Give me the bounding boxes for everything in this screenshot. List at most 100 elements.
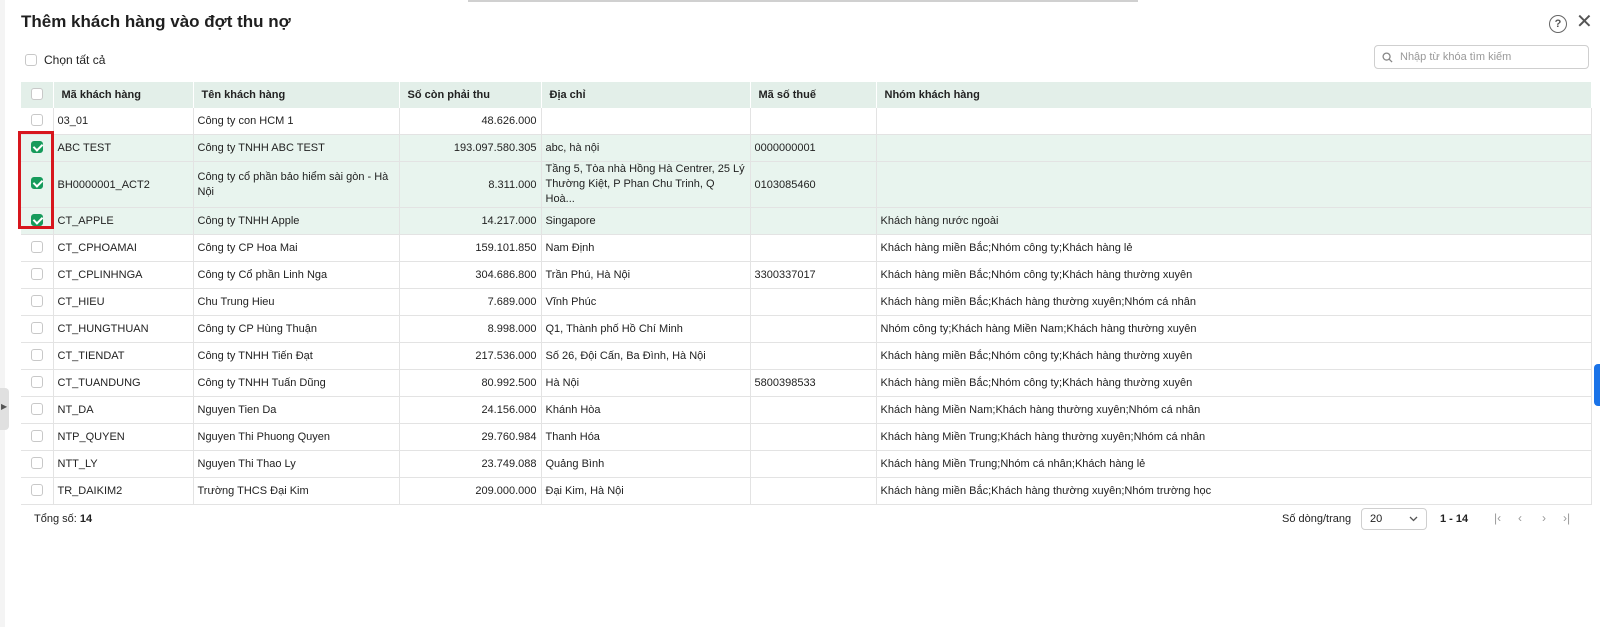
cell-code: NTP_QUYEN bbox=[53, 423, 194, 451]
cell-tax: 0000000001 bbox=[750, 134, 877, 162]
row-checkbox-cell[interactable] bbox=[21, 342, 54, 370]
table-header-row: Mã khách hàng Tên khách hàng Số còn phải… bbox=[21, 82, 1592, 108]
header-checkbox-cell[interactable] bbox=[21, 82, 54, 108]
next-page-icon[interactable]: › bbox=[1542, 511, 1546, 525]
row-checkbox[interactable] bbox=[30, 483, 43, 496]
row-checkbox[interactable] bbox=[30, 294, 43, 307]
table-row[interactable]: CT_CPLINHNGA Công ty Cổ phần Linh Nga 304.… bbox=[21, 261, 1592, 289]
row-checkbox[interactable] bbox=[30, 456, 43, 469]
row-checkbox-cell[interactable] bbox=[21, 450, 54, 478]
rows-per-page-label: Số dòng/trang bbox=[1282, 513, 1352, 525]
row-checkbox[interactable] bbox=[30, 240, 43, 253]
cell-tax bbox=[750, 108, 877, 135]
cell-address: Q1, Thành phố Hồ Chí Minh bbox=[541, 315, 751, 343]
search-box[interactable] bbox=[1374, 45, 1589, 69]
row-checkbox-cell[interactable] bbox=[21, 477, 54, 505]
row-checkbox-cell[interactable] bbox=[21, 396, 54, 424]
row-checkbox[interactable] bbox=[30, 321, 43, 334]
cell-group: Nhóm công ty;Khách hàng Miền Nam;Khách h… bbox=[876, 315, 1592, 343]
cell-amount: 29.760.984 bbox=[399, 423, 542, 451]
cell-group: Khách hàng miền Bắc;Nhóm công ty;Khách h… bbox=[876, 234, 1592, 262]
cell-code: CT_TIENDAT bbox=[53, 342, 194, 370]
row-checkbox-cell[interactable] bbox=[21, 261, 54, 289]
select-all-control[interactable]: Chọn tất cả bbox=[25, 53, 105, 67]
help-icon[interactable]: ? bbox=[1549, 15, 1567, 33]
cell-group bbox=[876, 134, 1592, 162]
cell-amount: 8.998.000 bbox=[399, 315, 542, 343]
table-row[interactable]: CT_CPHOAMAI Công ty CP Hoa Mai 159.101.850… bbox=[21, 234, 1592, 262]
cell-group: Khách hàng Miền Trung;Khách hàng thường … bbox=[876, 423, 1592, 451]
cell-address: Trần Phú, Hà Nội bbox=[541, 261, 751, 289]
cell-code: CT_APPLE bbox=[53, 207, 194, 235]
cell-name: Công ty cổ phần bảo hiểm sài gòn - Hà Nộ… bbox=[193, 161, 400, 208]
cell-code: NT_DA bbox=[53, 396, 194, 424]
cell-name: Công ty TNHH Tuấn Dũng bbox=[193, 369, 400, 397]
row-checkbox[interactable] bbox=[30, 375, 43, 388]
row-checkbox[interactable] bbox=[30, 348, 43, 361]
total-label: Tổng số: bbox=[34, 513, 77, 525]
right-edge-tab[interactable] bbox=[1594, 364, 1600, 406]
search-input[interactable] bbox=[1398, 50, 1582, 64]
cell-address bbox=[541, 108, 751, 135]
select-all-checkbox[interactable] bbox=[25, 54, 37, 66]
column-header-amount[interactable]: Số còn phải thu bbox=[399, 82, 542, 108]
cell-address: abc, hà nội bbox=[541, 134, 751, 162]
table-row[interactable]: 03_01 Công ty con HCM 1 48.626.000 bbox=[21, 108, 1592, 135]
cell-address: Số 26, Đội Cấn, Ba Đình, Hà Nội bbox=[541, 342, 751, 370]
table-row[interactable]: NTP_QUYEN Nguyen Thi Phuong Quyen 29.760.9… bbox=[21, 423, 1592, 451]
row-checkbox-cell[interactable] bbox=[21, 423, 54, 451]
column-header-name[interactable]: Tên khách hàng bbox=[193, 82, 400, 108]
cell-code: CT_HUNGTHUAN bbox=[53, 315, 194, 343]
rows-per-page-select[interactable]: 20 bbox=[1361, 508, 1427, 530]
row-checkbox[interactable] bbox=[30, 267, 43, 280]
first-page-icon[interactable]: |‹ bbox=[1494, 511, 1501, 525]
table-row[interactable]: BH0000001_ACT2 Công ty cổ phần bảo hiểm s… bbox=[21, 161, 1592, 208]
cell-group: Khách hàng miền Bắc;Khách hàng thường xu… bbox=[876, 477, 1592, 505]
column-header-code[interactable]: Mã khách hàng bbox=[53, 82, 194, 108]
row-checkbox[interactable] bbox=[30, 402, 43, 415]
cell-tax bbox=[750, 423, 877, 451]
row-checkbox-cell[interactable] bbox=[21, 234, 54, 262]
table-row[interactable]: CT_APPLE Công ty TNHH Apple 14.217.000 Sing… bbox=[21, 207, 1592, 235]
row-checkbox-cell[interactable] bbox=[21, 315, 54, 343]
row-checkbox[interactable] bbox=[30, 429, 43, 442]
row-checkbox-cell[interactable] bbox=[21, 369, 54, 397]
cell-name: Công ty CP Hùng Thuận bbox=[193, 315, 400, 343]
table-row[interactable]: CT_TUANDUNG Công ty TNHH Tuấn Dũng 80.992.… bbox=[21, 369, 1592, 397]
cell-amount: 14.217.000 bbox=[399, 207, 542, 235]
total-count: Tổng số: 14 bbox=[34, 513, 92, 525]
table-row[interactable]: NTT_LY Nguyen Thi Thao Ly 23.749.088 Quảng … bbox=[21, 450, 1592, 478]
cell-amount: 209.000.000 bbox=[399, 477, 542, 505]
cell-name: Công ty CP Hoa Mai bbox=[193, 234, 400, 262]
cell-name: Chu Trung Hieu bbox=[193, 288, 400, 316]
column-header-address[interactable]: Địa chỉ bbox=[541, 82, 751, 108]
table-row[interactable]: TR_DAIKIM2 Trường THCS Đại Kim 209.000.000… bbox=[21, 477, 1592, 505]
header-checkbox[interactable] bbox=[30, 87, 43, 100]
table-row[interactable]: NT_DA Nguyen Tien Da 24.156.000 Khánh Hòa Kh… bbox=[21, 396, 1592, 424]
cell-group: Khách hàng Miền Nam;Khách hàng thường xu… bbox=[876, 396, 1592, 424]
page-range: 1 - 14 bbox=[1440, 513, 1469, 525]
table-row[interactable]: CT_TIENDAT Công ty TNHH Tiến Đạt 217.536.0… bbox=[21, 342, 1592, 370]
cell-address: Đại Kim, Hà Nội bbox=[541, 477, 751, 505]
top-divider bbox=[468, 0, 1138, 2]
left-edge-shade bbox=[0, 0, 5, 627]
table-row[interactable]: CT_HUNGTHUAN Công ty CP Hùng Thuận 8.998.0… bbox=[21, 315, 1592, 343]
row-checkbox-cell[interactable] bbox=[21, 288, 54, 316]
side-panel-toggle[interactable]: ▶ bbox=[0, 388, 9, 430]
cell-code: TR_DAIKIM2 bbox=[53, 477, 194, 505]
prev-page-icon[interactable]: ‹ bbox=[1518, 511, 1522, 525]
cell-tax bbox=[750, 234, 877, 262]
row-checkbox[interactable] bbox=[30, 113, 43, 126]
column-header-tax[interactable]: Mã số thuế bbox=[750, 82, 877, 108]
last-page-icon[interactable]: ›| bbox=[1563, 511, 1570, 525]
cell-tax bbox=[750, 396, 877, 424]
cell-name: Công ty TNHH Apple bbox=[193, 207, 400, 235]
table-body: 03_01 Công ty con HCM 1 48.626.000 ABC TEST… bbox=[21, 108, 1592, 505]
table-row[interactable]: ABC TEST Công ty TNHH ABC TEST 193.097.580… bbox=[21, 134, 1592, 162]
close-icon[interactable]: ✕ bbox=[1576, 12, 1593, 32]
cell-group: Khách hàng miền Bắc;Nhóm công ty;Khách h… bbox=[876, 342, 1592, 370]
cell-address: Nam Định bbox=[541, 234, 751, 262]
column-header-group[interactable]: Nhóm khách hàng bbox=[876, 82, 1592, 108]
cell-name: Nguyen Thi Phuong Quyen bbox=[193, 423, 400, 451]
table-row[interactable]: CT_HIEU Chu Trung Hieu 7.689.000 Vĩnh Phúc K… bbox=[21, 288, 1592, 316]
